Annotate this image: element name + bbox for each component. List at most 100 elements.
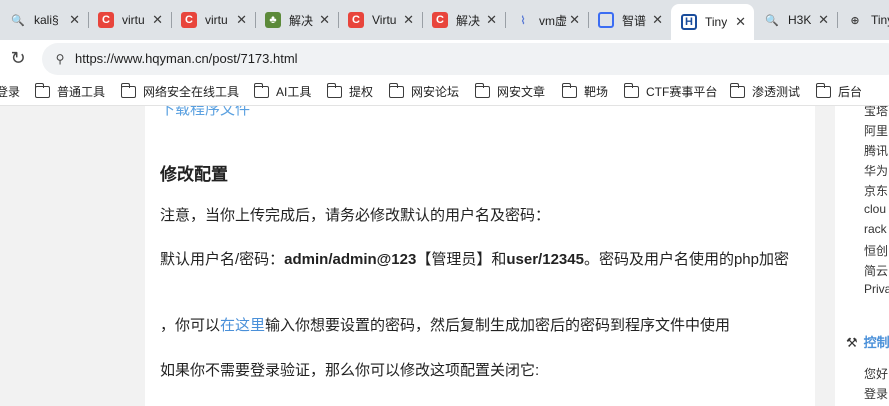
close-icon[interactable]: ✕ (652, 12, 663, 28)
sidebar-link[interactable]: 阿里 (864, 122, 888, 139)
sidebar-greeting: 您好 (864, 367, 889, 381)
download-link[interactable]: 下载程序文件 (160, 106, 250, 119)
sidebar-link[interactable]: 京东 (864, 182, 888, 199)
reload-icon[interactable]: ↻ (8, 48, 28, 68)
tab-label: virtu (122, 13, 145, 27)
tab-label: Tiny (871, 13, 889, 27)
bookmark-folder[interactable]: 提权 (326, 82, 374, 100)
bookmark-folder[interactable]: CTF赛事平台 (623, 82, 718, 100)
browser-toolbar: ↻ ⚲ https://www.hqyman.cn/post/7173.html (0, 40, 889, 78)
text-span: 输入你想要设置的密码，然后复制生成加密后的密码到程序文件中使用 (265, 317, 731, 334)
url-text[interactable]: https://www.hqyman.cn/post/7173.html (75, 51, 298, 66)
c-logo-icon: C (348, 12, 364, 28)
close-icon[interactable]: ✕ (319, 12, 330, 28)
h-logo-icon: H (681, 14, 697, 30)
close-icon[interactable]: ✕ (152, 12, 163, 28)
tab[interactable]: C virtu ✕ (88, 4, 171, 36)
bookmark-item[interactable]: 登录 (0, 83, 20, 100)
zhi-icon (598, 12, 614, 28)
bookmark-label: 普通工具 (57, 85, 106, 99)
sidebar-link[interactable]: clou (864, 202, 886, 216)
globe-icon: ⊕ (850, 14, 860, 27)
sidebar-link[interactable]: 腾讯 (864, 142, 888, 159)
bookmarks-bar: 登录 普通工具 网络安全在线工具 AI工具 提权 网安论坛 网安文章 靶场 CT… (0, 78, 889, 106)
page-viewport: 下载程序文件 修改配置 注意，当你上传完成后，请务必修改默认的用户名及密码： 默… (0, 106, 889, 406)
paragraph-notice: 注意，当你上传完成后，请务必修改默认的用户名及密码： (160, 207, 551, 224)
folder-icon (120, 82, 136, 98)
tab-active[interactable]: H Tiny ✕ (671, 4, 754, 40)
site-info-icon[interactable]: ⚲ (52, 51, 68, 67)
sidebar-link[interactable]: 华为 (864, 162, 888, 179)
search-icon: 🔍 (765, 14, 779, 27)
password-tool-link[interactable]: 在这里 (220, 317, 265, 334)
bookmark-label: 渗透测试 (752, 85, 801, 99)
bookmark-label: 提权 (349, 85, 374, 99)
text-span: 默认用户名/密码： (160, 251, 285, 268)
paragraph-disable-login: 如果你不需要登录验证，那么你可以修改这项配置关闭它: (160, 362, 540, 379)
bookmark-label: CTF赛事平台 (646, 85, 718, 99)
tab-label: 解决 (289, 13, 314, 28)
bookmark-folder[interactable]: 网安文章 (474, 82, 545, 100)
text-span: 【管理员】 (416, 251, 492, 268)
close-icon[interactable]: ✕ (735, 14, 746, 30)
paragraph-credentials: 默认用户名/密码：admin/admin@123【管理员】和user/12345… (160, 249, 805, 271)
sidebar-link[interactable]: Priva (864, 282, 889, 296)
bookmark-folder[interactable]: 靶场 (561, 82, 609, 100)
sidebar-link[interactable]: 恒创 (864, 242, 888, 259)
section-heading: 修改配置 (160, 165, 228, 184)
tab[interactable]: C Virtu ✕ (338, 4, 422, 36)
bookmark-label: 靶场 (584, 85, 609, 99)
sidebar-login-link[interactable]: 登录 (864, 385, 888, 402)
tab[interactable]: ⌇ vm虚 ✕ (505, 4, 588, 36)
bookmark-label: 后台 (838, 85, 863, 99)
search-icon: 🔍 (11, 14, 25, 27)
tab[interactable]: 智谱 ✕ (588, 4, 671, 36)
close-icon[interactable]: ✕ (69, 12, 80, 28)
tab[interactable]: C virtu ✕ (171, 4, 255, 36)
bookmark-folder[interactable]: 普通工具 (34, 82, 106, 100)
folder-icon (326, 82, 342, 98)
tab[interactable]: ♣ 解决 ✕ (255, 4, 338, 36)
folder-icon (561, 82, 577, 98)
c-logo-icon: C (181, 12, 197, 28)
bookmark-label: 登录 (0, 85, 21, 99)
bookmark-label: AI工具 (276, 85, 312, 99)
tab-label: kali§ (34, 13, 59, 27)
folder-icon (253, 82, 269, 98)
text-span: 。密码及用户名使用的php加密 (583, 251, 789, 268)
tab-label: 解决 (456, 13, 481, 28)
bookmark-folder[interactable]: 后台 (815, 82, 863, 100)
tab-strip: 🔍 kali§ ✕ C virtu ✕ C virtu ✕ ♣ 解决 ✕ C V… (0, 0, 889, 40)
close-icon[interactable]: ✕ (486, 12, 497, 28)
tab-label: vm虚 (539, 13, 567, 28)
text-span: 和 (491, 251, 507, 268)
tree-icon: ♣ (265, 12, 281, 28)
user-credentials: user/12345 (506, 251, 584, 268)
tab[interactable]: ⊕ Tiny (837, 4, 889, 36)
control-panel-title: ⚒ 控制 (846, 332, 889, 351)
address-bar[interactable]: ⚲ https://www.hqyman.cn/post/7173.html (42, 43, 889, 75)
close-icon[interactable]: ✕ (818, 12, 829, 28)
tab[interactable]: 🔍 H3K ✕ (754, 4, 837, 36)
bookmark-folder[interactable]: 网络安全在线工具 (120, 82, 239, 100)
tab[interactable]: C 解决 ✕ (422, 4, 505, 36)
close-icon[interactable]: ✕ (236, 12, 247, 28)
bookmark-folder[interactable]: 网安论坛 (388, 82, 460, 100)
tab[interactable]: 🔍 kali§ ✕ (0, 4, 88, 36)
close-icon[interactable]: ✕ (403, 12, 414, 28)
bookmark-label: 网安论坛 (411, 85, 460, 99)
tab-label: 智谱 (622, 13, 647, 28)
sidebar-link[interactable]: 宝塔 (864, 106, 888, 119)
sidebar-panel (835, 106, 889, 334)
sidebar-link[interactable]: rack (864, 222, 887, 236)
folder-icon (729, 82, 745, 98)
sidebar-link[interactable]: 简云 (864, 262, 888, 279)
bookmark-folder[interactable]: AI工具 (253, 82, 312, 100)
tab-label: Tiny (705, 15, 728, 29)
control-panel-title-text: 控制 (863, 335, 889, 350)
folder-icon (623, 82, 639, 98)
vm-icon: ⌇ (520, 14, 526, 27)
bookmark-folder[interactable]: 渗透测试 (729, 82, 801, 100)
admin-credentials: admin/admin@123 (284, 251, 417, 268)
close-icon[interactable]: ✕ (569, 12, 580, 28)
